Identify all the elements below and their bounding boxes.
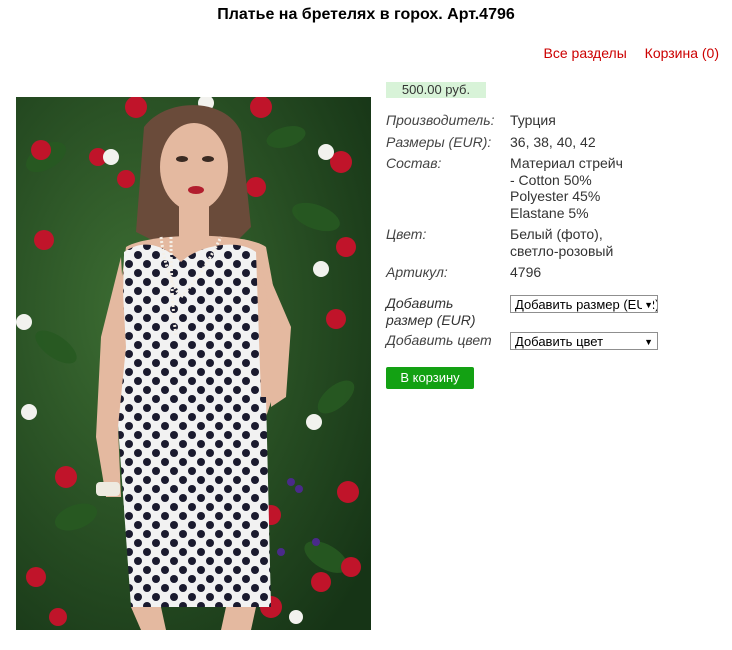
page-title: Платье на бретелях в горох. Арт.4796: [217, 6, 515, 23]
spec-label: Цвет:: [386, 226, 427, 242]
product-specs: Производитель: Турция Размеры (EUR): 36,…: [386, 112, 623, 286]
color-option-row: Добавить цвет: [386, 332, 510, 349]
spec-value: Белый (фото), светло-розовый: [510, 226, 614, 259]
spec-row: Артикул: 4796: [386, 264, 623, 281]
cart-link[interactable]: Корзина (0): [645, 45, 719, 61]
spec-label: Артикул:: [386, 264, 448, 280]
chevron-down-icon: ▼: [642, 333, 653, 349]
chevron-down-icon: ▼: [642, 296, 653, 312]
size-option-label: Добавить размер (EUR): [386, 295, 476, 328]
spec-row: Состав: Материал стрейч - Cotton 50% Pol…: [386, 155, 623, 221]
spec-value: 36, 38, 40, 42: [510, 133, 596, 150]
size-option-row: Добавить размер (EUR): [386, 295, 510, 328]
add-to-cart-button[interactable]: В корзину: [386, 367, 474, 389]
color-select[interactable]: Добавить цвет ▼: [510, 332, 658, 350]
spec-row: Размеры (EUR): 36, 38, 40, 42: [386, 134, 623, 151]
spec-label: Состав:: [386, 155, 442, 171]
size-select-value: Добавить размер (EUR): [515, 297, 658, 312]
spec-label: Размеры (EUR):: [386, 133, 492, 150]
all-sections-link[interactable]: Все разделы: [544, 45, 627, 61]
spec-row: Производитель: Турция: [386, 112, 623, 129]
spec-value: Турция: [510, 112, 556, 128]
top-nav: Все разделы Корзина (0): [530, 45, 719, 61]
price-badge: 500.00 руб.: [386, 82, 486, 98]
spec-label: Производитель:: [386, 112, 495, 128]
color-option-label: Добавить цвет: [386, 332, 492, 348]
spec-value: Материал стрейч - Cotton 50% Polyester 4…: [510, 155, 623, 221]
color-select-value: Добавить цвет: [515, 334, 604, 349]
spec-row: Цвет: Белый (фото), светло-розовый: [386, 226, 623, 259]
spec-value: 4796: [510, 264, 542, 280]
size-select[interactable]: Добавить размер (EUR) ▼: [510, 295, 658, 313]
product-photo[interactable]: [16, 97, 371, 630]
